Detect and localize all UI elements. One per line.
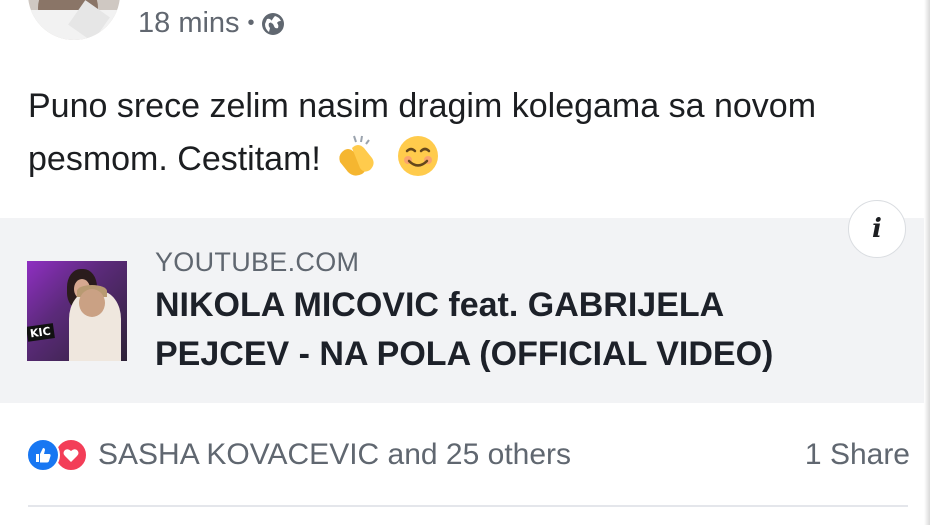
- avatar[interactable]: [28, 0, 120, 40]
- globe-icon[interactable]: [261, 11, 285, 35]
- post-timestamp[interactable]: 18 mins: [138, 7, 240, 40]
- link-title[interactable]: NIKOLA MICOVIC feat. GABRIJELA PEJCEV - …: [155, 281, 855, 379]
- link-domain: YOUTUBE.COM: [155, 247, 360, 277]
- link-thumbnail[interactable]: KIC: [27, 261, 127, 361]
- divider: [28, 505, 908, 507]
- edge-shadow: [924, 0, 930, 525]
- facebook-post: 18 mins • Puno srece zelim nasim dragim …: [0, 0, 930, 525]
- info-icon: i: [872, 214, 882, 244]
- reactions-text[interactable]: SASHA KOVACEVIC and 25 others: [98, 438, 571, 472]
- smiling-face-icon: [396, 134, 440, 178]
- clapping-hands-icon: [336, 134, 380, 178]
- post-meta: 18 mins •: [138, 5, 285, 41]
- share-count[interactable]: 1 Share: [805, 437, 910, 473]
- like-icon: [26, 438, 60, 472]
- meta-separator: •: [247, 11, 255, 34]
- info-button[interactable]: i: [848, 200, 906, 258]
- post-text: Puno srece zelim nasim dragim kolegama s…: [28, 80, 848, 186]
- reactions-summary[interactable]: SASHA KOVACEVIC and 25 others: [26, 437, 571, 473]
